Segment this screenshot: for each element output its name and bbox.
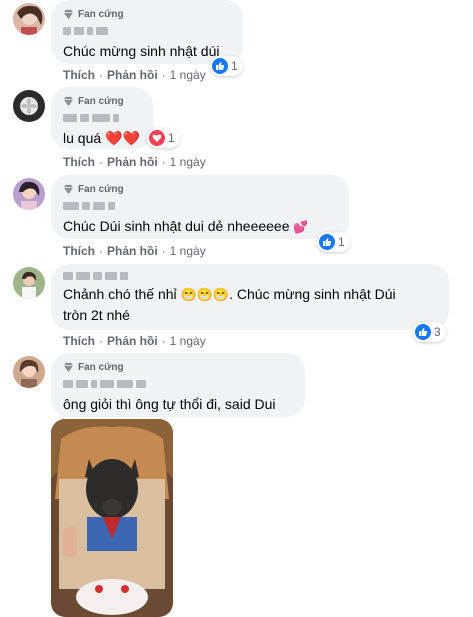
heart-emoji: 💕	[293, 220, 309, 234]
diamond-icon	[63, 362, 74, 373]
diamond-icon	[63, 9, 74, 20]
like-reaction-icon	[212, 58, 228, 74]
reply-button[interactable]: Phản hồi	[107, 244, 158, 258]
comment-actions: Thích · Phản hồi · 1 ngày	[63, 244, 206, 258]
diamond-icon	[63, 96, 74, 107]
comment-text-line1b: . Chúc mừng sinh nhật Dúi	[229, 286, 396, 302]
grinning-emoji: 😁😁😁	[180, 287, 230, 302]
avatar[interactable]	[13, 3, 45, 35]
comment-bubble: Fan cứng Chúc Dúi sinh nhật dui dẻ nheee…	[51, 175, 349, 239]
reaction-summary[interactable]: 1	[147, 128, 180, 148]
separator: ·	[161, 244, 166, 258]
comment-photo[interactable]	[51, 419, 173, 617]
like-reaction-icon	[415, 324, 431, 340]
comment-actions: Thích · Phản hồi · 1 ngày	[63, 334, 206, 348]
comment-text-content: lu quá	[63, 130, 102, 146]
comment-bubble: Fan cứng lu quá ❤️❤️	[51, 87, 153, 149]
fan-badge: Fan cứng	[63, 361, 293, 374]
reaction-count: 1	[231, 59, 238, 73]
avatar[interactable]	[13, 178, 45, 210]
like-reaction-icon	[319, 234, 335, 250]
comment-text-line1: Chảnh chó thế nhỉ	[63, 286, 177, 302]
separator: ·	[99, 244, 103, 258]
badge-label: Fan cứng	[78, 9, 124, 20]
separator: ·	[99, 334, 103, 348]
heart-emoji: ❤️❤️	[105, 130, 140, 146]
timestamp[interactable]: 1 ngày	[170, 334, 206, 348]
love-reaction-icon	[149, 130, 165, 146]
comment-text: ông giỏi thì ông tự thổi đi, said Dui	[63, 396, 276, 412]
comment-actions: Thích · Phản hồi · 1 ngày	[63, 155, 206, 169]
comment-actions: Thích · Phản hồi · 1 ngày	[63, 68, 206, 82]
reaction-count: 1	[338, 235, 345, 249]
author-name[interactable]	[63, 378, 293, 390]
diamond-icon	[63, 184, 74, 195]
separator: ·	[161, 68, 166, 82]
badge-label: Fan cứng	[78, 184, 124, 195]
reaction-summary[interactable]: 1	[210, 56, 243, 76]
fan-badge: Fan cứng	[63, 95, 141, 108]
avatar[interactable]	[13, 267, 45, 299]
reaction-summary[interactable]: 1	[317, 232, 350, 252]
reaction-count: 3	[434, 325, 441, 339]
comment-text: Chúc Dúi sinh nhật dui dẻ nheeeeee 💕	[63, 216, 337, 237]
like-button[interactable]: Thích	[63, 244, 95, 258]
separator: ·	[99, 68, 103, 82]
comment-bubble: Fan cứng Chúc mừng sinh nhật dúi	[51, 0, 243, 64]
author-name[interactable]	[63, 25, 231, 37]
comment-text-content: Chúc Dúi sinh nhật dui dẻ nheeeeee	[63, 218, 290, 234]
reaction-count: 1	[168, 131, 175, 145]
badge-label: Fan cứng	[78, 96, 124, 107]
comment-bubble: Fan cứng ông giỏi thì ông tự thổi đi, sa…	[51, 353, 305, 417]
timestamp[interactable]: 1 ngày	[170, 155, 206, 169]
timestamp[interactable]: 1 ngày	[170, 244, 206, 258]
author-name[interactable]	[63, 270, 437, 282]
reply-button[interactable]: Phản hồi	[107, 68, 158, 82]
fan-badge: Fan cứng	[63, 8, 231, 21]
avatar[interactable]	[13, 90, 45, 122]
comment-text-line2: tròn 2t nhé	[63, 307, 130, 323]
avatar[interactable]	[13, 356, 45, 388]
comment-bubble: Chảnh chó thế nhỉ 😁😁😁. Chúc mừng sinh nh…	[51, 264, 449, 330]
comment-text: Chúc mừng sinh nhật dúi	[63, 43, 220, 59]
author-name[interactable]	[63, 200, 337, 212]
like-button[interactable]: Thích	[63, 155, 95, 169]
badge-label: Fan cứng	[78, 362, 124, 373]
separator: ·	[161, 155, 166, 169]
reply-button[interactable]: Phản hồi	[107, 155, 158, 169]
fan-badge: Fan cứng	[63, 183, 337, 196]
reaction-summary[interactable]: 3	[413, 322, 446, 342]
reply-button[interactable]: Phản hồi	[107, 334, 158, 348]
author-name[interactable]	[63, 112, 141, 124]
separator: ·	[161, 334, 166, 348]
like-button[interactable]: Thích	[63, 68, 95, 82]
comment-text: lu quá ❤️❤️	[63, 128, 141, 148]
timestamp[interactable]: 1 ngày	[170, 68, 206, 82]
comment-text: Chảnh chó thế nhỉ 😁😁😁. Chúc mừng sinh nh…	[63, 284, 437, 325]
separator: ·	[99, 155, 103, 169]
like-button[interactable]: Thích	[63, 334, 95, 348]
